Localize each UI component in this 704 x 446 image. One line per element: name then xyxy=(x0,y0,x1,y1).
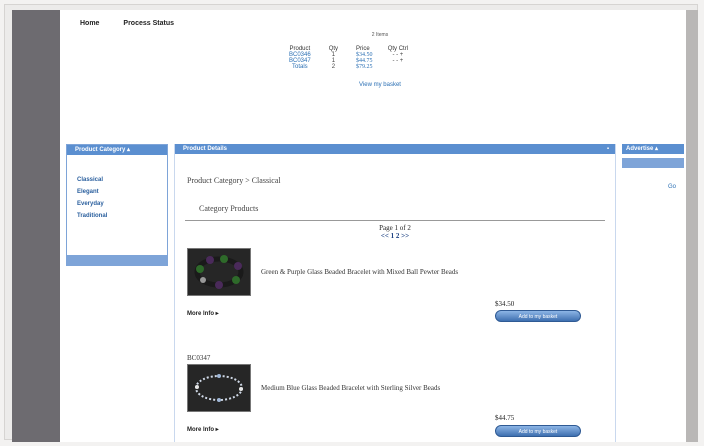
add-to-basket-button[interactable]: Add to my basket xyxy=(495,425,581,437)
details-panel-title: Product Details xyxy=(183,146,228,152)
category-panel-footer xyxy=(67,255,167,265)
left-sidebar-strip xyxy=(12,10,60,442)
product-price: $44.75 xyxy=(495,414,515,422)
category-item-elegant[interactable]: Elegant xyxy=(77,189,167,195)
product-price: $34.50 xyxy=(495,300,515,308)
nav-home-link[interactable]: Home xyxy=(80,20,99,27)
nav-process-status-link[interactable]: Process Status xyxy=(123,20,174,27)
chevron-up-icon: ▴ xyxy=(655,146,659,152)
advertise-panel: Advertise ▴ Go xyxy=(622,144,684,244)
web-page: Home Process Status 2 Items Product Qty … xyxy=(60,10,686,442)
product-name[interactable]: Green & Purple Glass Beaded Bracelet wit… xyxy=(261,268,458,276)
bracelet-icon xyxy=(195,374,243,402)
product-details-panel: Product Details ▪ Product Category > Cla… xyxy=(174,144,616,442)
cart-totals-label: Totals xyxy=(292,64,308,70)
right-scroll-strip xyxy=(686,10,698,442)
pager-label: Page 1 of 2 xyxy=(379,224,411,232)
advertise-panel-header[interactable]: Advertise ▴ xyxy=(622,144,684,154)
arrow-icon: ▸ xyxy=(215,311,219,317)
add-to-basket-button[interactable]: Add to my basket xyxy=(495,310,581,322)
arrow-icon: ▸ xyxy=(215,427,219,433)
divider xyxy=(185,220,605,221)
more-info-link[interactable]: More Info ▸ xyxy=(187,310,219,317)
breadcrumb: Product Category > Classical xyxy=(187,176,281,185)
cart-totals-price: $79.25 xyxy=(356,64,373,70)
view-basket-link[interactable]: View my basket xyxy=(260,82,500,88)
details-panel-header: Product Details ▪ xyxy=(175,144,615,154)
product-image[interactable] xyxy=(187,248,251,296)
cart-item-count: 2 Items xyxy=(371,32,389,38)
bracelet-icon xyxy=(194,255,244,289)
category-list: Classical Elegant Everyday Traditional xyxy=(67,155,167,219)
category-products-heading: Category Products xyxy=(199,204,259,213)
category-item-everyday[interactable]: Everyday xyxy=(77,201,167,207)
mini-cart: 2 Items Product Qty Price Qty Ctrl BC034… xyxy=(260,32,500,88)
cart-table: Product Qty Price Qty Ctrl BC0346 1 $34.… xyxy=(280,46,417,70)
product-sku: BC0347 xyxy=(187,354,211,362)
product-image[interactable] xyxy=(187,364,251,412)
category-panel-title: Product Category xyxy=(75,147,126,153)
pager: Page 1 of 2 << 1 2 >> xyxy=(175,224,615,240)
cart-totals-qty: 2 xyxy=(331,64,336,70)
top-nav: Home Process Status xyxy=(80,20,196,27)
cart-totals-row: Totals 2 $79.25 xyxy=(280,64,417,70)
advertise-panel-title: Advertise xyxy=(626,146,654,152)
go-link[interactable]: Go xyxy=(668,184,676,190)
collapse-icon[interactable]: ▪ xyxy=(607,144,609,154)
pager-nav-links[interactable]: << 1 2 >> xyxy=(175,232,615,240)
advertise-bar xyxy=(622,158,684,168)
product-category-panel: Product Category ▴ Classical Elegant Eve… xyxy=(66,144,168,266)
chevron-down-icon: ▴ xyxy=(127,147,131,153)
product-name[interactable]: Medium Blue Glass Beaded Bracelet with S… xyxy=(261,384,440,392)
category-item-traditional[interactable]: Traditional xyxy=(77,213,167,219)
more-info-link[interactable]: More Info ▸ xyxy=(187,426,219,433)
category-item-classical[interactable]: Classical xyxy=(77,177,167,183)
category-panel-header[interactable]: Product Category ▴ xyxy=(67,145,167,155)
